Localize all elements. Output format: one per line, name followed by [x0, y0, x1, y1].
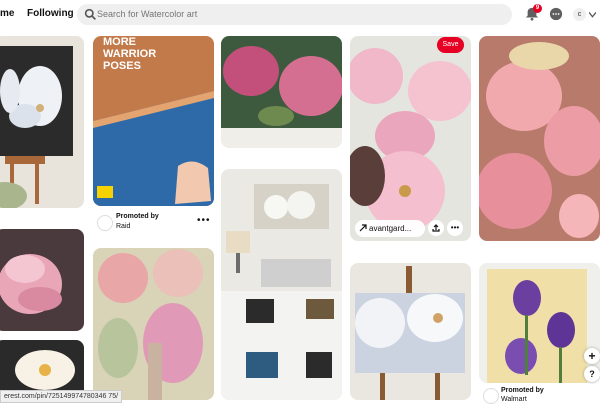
- nav-home[interactable]: me: [0, 8, 14, 19]
- pin-gallery-wall[interactable]: [221, 169, 342, 400]
- tulips-promoted-by-label: Promoted by: [501, 387, 544, 394]
- advertiser-name[interactable]: Raid: [116, 223, 130, 230]
- help-button[interactable]: ?: [584, 366, 600, 382]
- search-icon: [84, 8, 96, 20]
- raid-logo-icon: [97, 215, 113, 231]
- share-button[interactable]: [428, 220, 444, 236]
- peony-canvas-image: [221, 36, 342, 148]
- arrow-link-icon: [359, 224, 367, 232]
- pin-pink-roses[interactable]: [479, 36, 600, 241]
- pin-magnolia-painting[interactable]: [0, 36, 84, 208]
- chevron-down-icon[interactable]: [589, 12, 596, 18]
- top-bar: me Following Search for Watercolor art 9…: [0, 0, 600, 30]
- promoted-by-label: Promoted by: [116, 213, 159, 220]
- search-bar[interactable]: Search for Watercolor art: [77, 4, 512, 25]
- pin-tulip-painting[interactable]: [93, 248, 214, 400]
- pin-peony-canvas[interactable]: [221, 36, 342, 148]
- more-options-icon[interactable]: •••: [197, 215, 211, 226]
- add-pin-button[interactable]: +: [584, 348, 600, 364]
- search-input[interactable]: Search for Watercolor art: [97, 9, 197, 19]
- purple-tulips-image: [479, 263, 600, 383]
- pink-roses-image: [479, 36, 600, 241]
- cherry-blossom-image: [350, 36, 471, 241]
- save-button[interactable]: Save: [437, 37, 464, 53]
- pin-cherry-blossom[interactable]: [350, 36, 471, 241]
- status-bar-url: erest.com/pin/725149974780346 75/: [0, 390, 123, 403]
- peony-easel-image: [350, 263, 471, 400]
- pin-purple-tulips[interactable]: [479, 263, 600, 383]
- chat-icon[interactable]: [549, 7, 563, 21]
- tulips-advertiser-name[interactable]: Walmart: [501, 396, 527, 403]
- ad-headline: MORE WARRIOR POSES: [103, 36, 157, 72]
- source-link-label: avantgard...: [369, 224, 412, 233]
- nav-following[interactable]: Following: [27, 8, 74, 19]
- pin-pink-peony[interactable]: [0, 229, 84, 331]
- more-options-button[interactable]: •••: [447, 220, 463, 236]
- tulip-painting-image: [93, 248, 214, 400]
- walmart-logo-icon: [483, 388, 499, 404]
- avatar[interactable]: c: [573, 8, 586, 21]
- share-icon: [432, 224, 440, 232]
- gallery-wall-image: [221, 169, 342, 400]
- pink-peony-image: [0, 229, 84, 331]
- pin-peony-easel[interactable]: [350, 263, 471, 400]
- source-link[interactable]: avantgard...: [355, 220, 425, 237]
- more-icon: •••: [450, 223, 460, 232]
- magnolia-painting-image: [0, 36, 84, 208]
- notification-badge: 9: [533, 4, 542, 13]
